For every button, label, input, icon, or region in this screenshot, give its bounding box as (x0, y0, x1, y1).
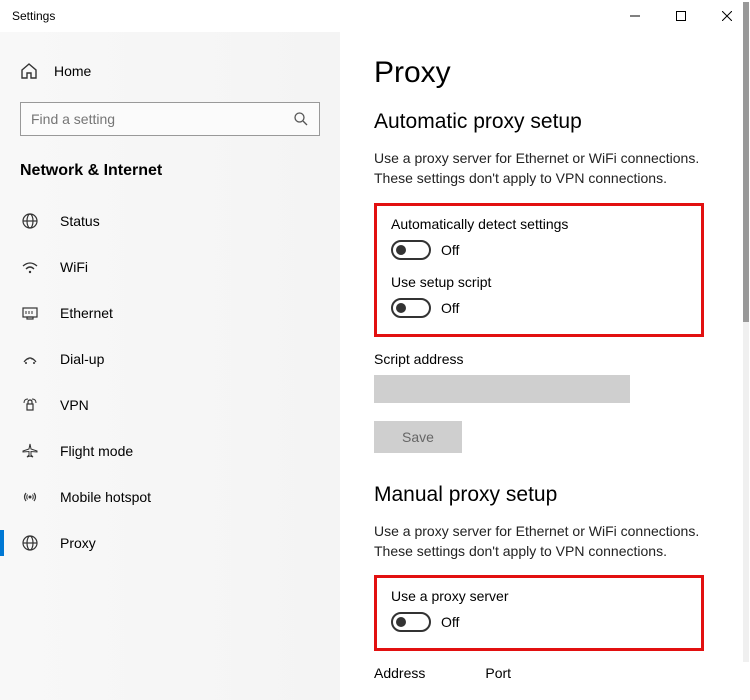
sidebar-item-label: VPN (60, 397, 89, 413)
vpn-icon (20, 396, 40, 414)
minimize-button[interactable] (612, 0, 658, 32)
window-controls (612, 0, 750, 32)
auto-proxy-heading: Automatic proxy setup (374, 110, 710, 134)
use-proxy-state: Off (441, 614, 459, 630)
sidebar-item-label: Flight mode (60, 443, 133, 459)
ethernet-icon (20, 304, 40, 322)
manual-proxy-desc: Use a proxy server for Ethernet or WiFi … (374, 521, 710, 562)
highlight-box-auto: Automatically detect settings Off Use se… (374, 203, 704, 337)
sidebar-item-ethernet[interactable]: Ethernet (0, 290, 340, 336)
detect-settings-toggle[interactable] (391, 240, 431, 260)
page-title: Proxy (374, 56, 710, 90)
sidebar-section-title: Network & Internet (0, 156, 340, 198)
use-proxy-label: Use a proxy server (391, 588, 687, 604)
sidebar-item-wifi[interactable]: WiFi (0, 244, 340, 290)
sidebar-item-vpn[interactable]: VPN (0, 382, 340, 428)
maximize-button[interactable] (658, 0, 704, 32)
script-address-input[interactable] (374, 375, 630, 403)
scrollbar-thumb[interactable] (743, 2, 749, 322)
script-address-label: Script address (374, 351, 710, 367)
setup-script-toggle[interactable] (391, 298, 431, 318)
sidebar-item-flightmode[interactable]: Flight mode (0, 428, 340, 474)
address-label: Address (374, 665, 425, 681)
highlight-box-manual: Use a proxy server Off (374, 575, 704, 651)
detect-settings-state: Off (441, 242, 459, 258)
sidebar-item-label: WiFi (60, 259, 88, 275)
manual-proxy-heading: Manual proxy setup (374, 483, 710, 507)
home-icon (20, 62, 38, 80)
setup-script-state: Off (441, 300, 459, 316)
sidebar-home-label: Home (54, 63, 91, 79)
dialup-icon (20, 350, 40, 368)
search-icon (293, 111, 309, 127)
sidebar-item-label: Proxy (60, 535, 96, 551)
sidebar-home[interactable]: Home (0, 52, 340, 90)
airplane-icon (20, 442, 40, 460)
hotspot-icon (20, 488, 40, 506)
detect-settings-label: Automatically detect settings (391, 216, 687, 232)
sidebar-item-status[interactable]: Status (0, 198, 340, 244)
window-title: Settings (12, 9, 612, 23)
sidebar-item-label: Mobile hotspot (60, 489, 151, 505)
sidebar-item-label: Ethernet (60, 305, 113, 321)
status-icon (20, 212, 40, 230)
sidebar: Home Network & Internet Status WiFi Ethe… (0, 32, 340, 700)
titlebar: Settings (0, 0, 750, 32)
sidebar-item-label: Dial-up (60, 351, 104, 367)
save-button[interactable]: Save (374, 421, 462, 453)
search-input[interactable] (31, 111, 293, 127)
sidebar-item-hotspot[interactable]: Mobile hotspot (0, 474, 340, 520)
sidebar-item-proxy[interactable]: Proxy (0, 520, 340, 566)
proxy-icon (20, 534, 40, 552)
setup-script-label: Use setup script (391, 274, 687, 290)
auto-proxy-desc: Use a proxy server for Ethernet or WiFi … (374, 148, 710, 189)
search-box[interactable] (20, 102, 320, 136)
content-area: Proxy Automatic proxy setup Use a proxy … (340, 32, 750, 700)
sidebar-item-dialup[interactable]: Dial-up (0, 336, 340, 382)
sidebar-item-label: Status (60, 213, 100, 229)
wifi-icon (20, 258, 40, 276)
use-proxy-toggle[interactable] (391, 612, 431, 632)
port-label: Port (485, 665, 511, 681)
